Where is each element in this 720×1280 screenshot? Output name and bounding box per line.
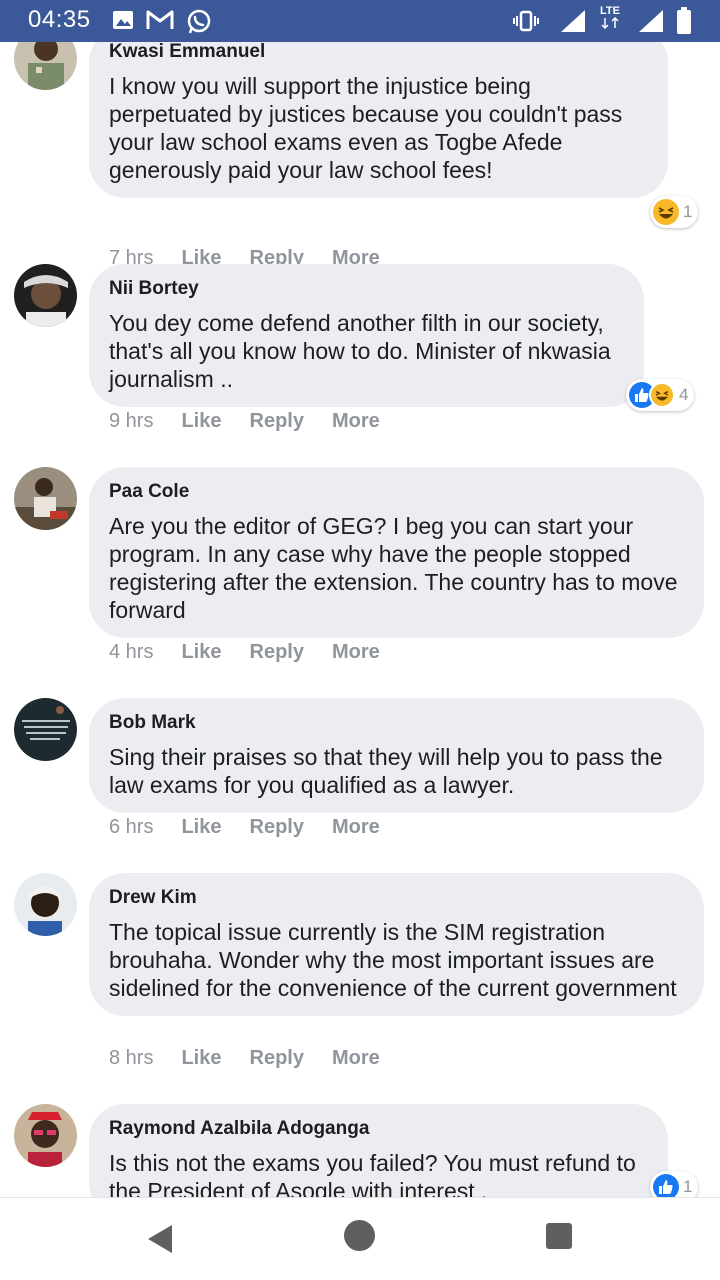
comment-time[interactable]: 9 hrs xyxy=(109,410,153,433)
comment-text: Sing their praises so that they will hel… xyxy=(109,744,663,798)
comment-actions: 9 hrs Like Reply More xyxy=(109,410,408,433)
comment-bubble[interactable]: Nii Bortey You dey come defend another f… xyxy=(89,264,644,407)
comment-bubble[interactable]: Raymond Azalbila Adoganga Is this not th… xyxy=(89,1104,668,1197)
reply-button[interactable]: Reply xyxy=(250,816,304,839)
more-button[interactable]: More xyxy=(332,641,380,664)
comment-author[interactable]: Drew Kim xyxy=(109,886,684,910)
more-button[interactable]: More xyxy=(332,816,380,839)
comment-text: You dey come defend another filth in our… xyxy=(109,310,611,392)
vibrate-icon xyxy=(512,9,540,38)
comment-author[interactable]: Raymond Azalbila Adoganga xyxy=(109,1117,648,1141)
comment-text: Are you the editor of GEG? I beg you can… xyxy=(109,513,678,623)
comment-time[interactable]: 4 hrs xyxy=(109,641,153,664)
gmail-icon xyxy=(146,9,174,36)
comment-text: Is this not the exams you failed? You mu… xyxy=(109,1150,636,1197)
lte-icon: LTE xyxy=(599,6,621,32)
reactions-badge[interactable]: 4 xyxy=(626,379,695,411)
signal-icon xyxy=(560,9,586,38)
reactions-badge[interactable]: 1 xyxy=(650,196,699,228)
avatar[interactable] xyxy=(14,467,77,530)
comment-time[interactable]: 8 hrs xyxy=(109,1047,153,1070)
comment-author[interactable]: Paa Cole xyxy=(109,480,684,504)
recent-apps-icon[interactable] xyxy=(546,1223,572,1249)
avatar[interactable] xyxy=(14,873,77,936)
back-icon[interactable] xyxy=(146,1224,174,1259)
comment-feed[interactable]: Kwasi Emmanuel I know you will support t… xyxy=(0,42,720,1197)
reaction-count: 1 xyxy=(683,1177,693,1196)
signal-icon xyxy=(638,9,664,38)
more-button[interactable]: More xyxy=(332,410,380,433)
status-time: 04:35 xyxy=(28,6,91,33)
whatsapp-icon xyxy=(186,9,212,40)
avatar[interactable] xyxy=(14,42,77,90)
comment-bubble[interactable]: Bob Mark Sing their praises so that they… xyxy=(89,698,704,813)
comment-bubble[interactable]: Drew Kim The topical issue currently is … xyxy=(89,873,704,1016)
haha-icon xyxy=(649,382,675,408)
avatar[interactable] xyxy=(14,698,77,761)
reply-button[interactable]: Reply xyxy=(250,1047,304,1070)
battery-icon xyxy=(676,7,692,40)
home-icon[interactable] xyxy=(344,1220,375,1251)
like-button[interactable]: Like xyxy=(181,816,221,839)
avatar[interactable] xyxy=(14,1104,77,1167)
status-bar: 04:35 LTE xyxy=(0,0,720,42)
comment-author[interactable]: Kwasi Emmanuel xyxy=(109,42,648,64)
reaction-count: 4 xyxy=(679,385,689,404)
gallery-icon xyxy=(112,9,134,36)
comment-text: I know you will support the injustice be… xyxy=(109,73,623,183)
reply-button[interactable]: Reply xyxy=(250,410,304,433)
comment-text: The topical issue currently is the SIM r… xyxy=(109,919,677,1001)
network-label: LTE xyxy=(600,5,620,17)
comment-bubble[interactable]: Paa Cole Are you the editor of GEG? I be… xyxy=(89,467,704,638)
like-icon xyxy=(653,1174,679,1197)
navigation-bar xyxy=(0,1197,720,1280)
reaction-count: 1 xyxy=(683,202,693,221)
comment-bubble[interactable]: Kwasi Emmanuel I know you will support t… xyxy=(89,42,668,198)
comment-author[interactable]: Nii Bortey xyxy=(109,277,624,301)
avatar[interactable] xyxy=(14,264,77,327)
haha-icon xyxy=(653,199,679,225)
reply-button[interactable]: Reply xyxy=(250,641,304,664)
comment-time[interactable]: 6 hrs xyxy=(109,816,153,839)
like-button[interactable]: Like xyxy=(181,410,221,433)
comment-actions: 6 hrs Like Reply More xyxy=(109,816,408,839)
reactions-badge[interactable]: 1 xyxy=(650,1171,699,1197)
like-button[interactable]: Like xyxy=(181,641,221,664)
comment-actions: 4 hrs Like Reply More xyxy=(109,641,408,664)
more-button[interactable]: More xyxy=(332,1047,380,1070)
like-button[interactable]: Like xyxy=(181,1047,221,1070)
comment-author[interactable]: Bob Mark xyxy=(109,711,684,735)
comment-actions: 8 hrs Like Reply More xyxy=(109,1047,408,1070)
